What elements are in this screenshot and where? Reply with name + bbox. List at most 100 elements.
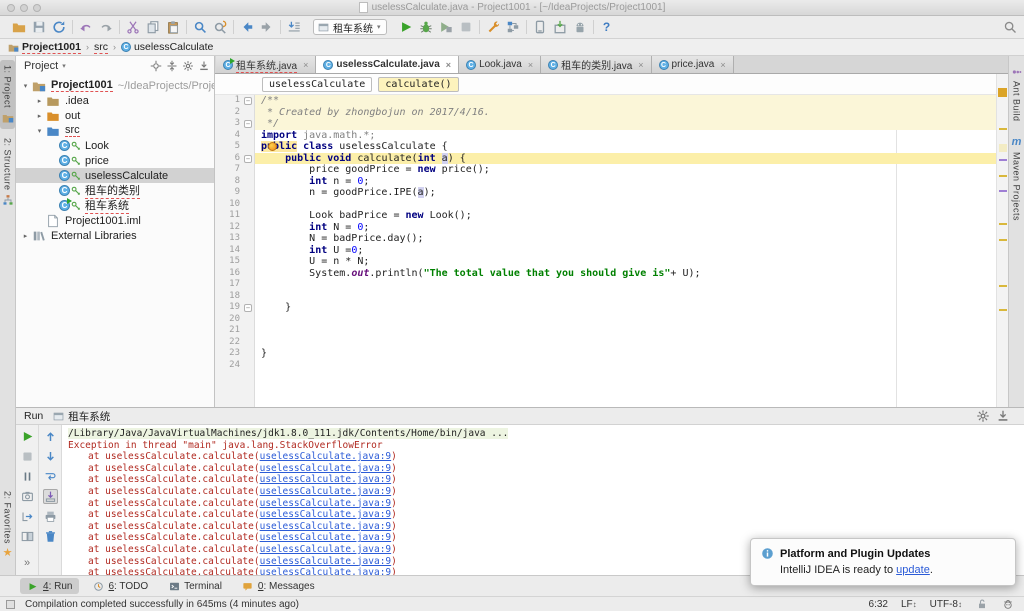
zoom-window-button[interactable] — [33, 4, 41, 12]
stack-trace-link[interactable]: uselessCalculate.java:9 — [260, 567, 392, 575]
run-icon[interactable] — [20, 429, 35, 444]
tree-item[interactable]: C租车系统 — [16, 198, 214, 213]
chevron-down-icon[interactable]: ▾ — [62, 62, 66, 70]
gear-icon[interactable] — [975, 408, 991, 424]
run-icon[interactable] — [398, 19, 414, 35]
tree-item[interactable]: ▸External Libraries — [16, 228, 214, 243]
line-number[interactable]: 1− — [215, 95, 254, 107]
line-number[interactable]: 9 — [215, 187, 254, 199]
tool-window-button-maven-projects[interactable]: mMaven Projects — [1009, 131, 1024, 226]
line-number[interactable]: 13 — [215, 233, 254, 245]
hidedock-icon[interactable] — [197, 60, 210, 73]
minimize-window-button[interactable] — [20, 4, 28, 12]
close-icon[interactable]: × — [638, 60, 643, 70]
line-number[interactable]: 23 — [215, 348, 254, 360]
code-line[interactable]: int N = 0; — [255, 222, 1008, 234]
forward-icon[interactable] — [259, 19, 275, 35]
code-line[interactable]: System.out.println("The total value that… — [255, 268, 1008, 280]
layout-icon[interactable] — [20, 529, 35, 544]
editor-tab[interactable]: CuselessCalculate.java× — [316, 56, 459, 73]
cut-icon[interactable] — [125, 19, 141, 35]
code-line[interactable] — [255, 360, 1008, 372]
breadcrumb-item[interactable]: CuselessCalculate — [121, 41, 213, 53]
help-icon[interactable]: ? — [599, 19, 615, 35]
stack-trace-link[interactable]: uselessCalculate.java:9 — [260, 451, 392, 462]
code-line[interactable]: } — [255, 302, 1008, 314]
sync-icon[interactable] — [51, 19, 67, 35]
line-number[interactable]: 19− — [215, 302, 254, 314]
fold-marker-icon[interactable]: − — [244, 155, 252, 163]
save-icon[interactable] — [31, 19, 47, 35]
debug-icon[interactable] — [418, 19, 434, 35]
chevron-collapsed-icon[interactable]: ▸ — [34, 112, 45, 120]
copy-icon[interactable] — [145, 19, 161, 35]
line-number[interactable]: 5 — [215, 141, 254, 153]
fold-marker-icon[interactable]: − — [244, 304, 252, 312]
line-number[interactable]: 2 — [215, 107, 254, 119]
line-number[interactable]: 18 — [215, 291, 254, 303]
line-number[interactable]: 24 — [215, 360, 254, 372]
editor-tab[interactable]: Cprice.java× — [652, 56, 734, 73]
down-icon[interactable] — [43, 449, 58, 464]
code-line[interactable] — [255, 279, 1008, 291]
tool-window-bar-button-todo[interactable]: 6: TODO — [85, 578, 155, 594]
hidewin-icon[interactable] — [286, 19, 302, 35]
stack-trace-link[interactable]: uselessCalculate.java:9 — [260, 532, 392, 543]
code-line[interactable] — [255, 291, 1008, 303]
line-number[interactable]: 14 — [215, 245, 254, 257]
chevron-collapsed-icon[interactable]: ▸ — [34, 97, 45, 105]
stack-trace-link[interactable]: uselessCalculate.java:9 — [260, 486, 392, 497]
breadcrumb-item[interactable]: Project1001 — [7, 41, 81, 54]
code-line[interactable]: /** — [255, 95, 1008, 107]
stack-trace-link[interactable]: uselessCalculate.java:9 — [260, 556, 392, 567]
tree-item[interactable]: CuselessCalculate — [16, 168, 214, 183]
code-line[interactable]: int n = 0; — [255, 176, 1008, 188]
tree-item[interactable]: C租车的类别 — [16, 183, 214, 198]
editor-tab[interactable]: CLook.java× — [459, 56, 541, 73]
line-number[interactable]: 21 — [215, 325, 254, 337]
back-icon[interactable] — [239, 19, 255, 35]
tree-item[interactable]: ▾src — [16, 123, 214, 138]
replace-icon[interactable] — [212, 19, 228, 35]
chevron-expanded-icon[interactable]: ▾ — [34, 127, 45, 135]
device-icon[interactable] — [532, 19, 548, 35]
run-configuration-select[interactable]: 租车系统 ▾ — [313, 19, 387, 35]
code-line[interactable]: * Created by zhongbojun on 2017/4/16. — [255, 107, 1008, 119]
code-line[interactable]: U = n * N; — [255, 256, 1008, 268]
line-number[interactable]: 16 — [215, 268, 254, 280]
structure-icon[interactable] — [505, 19, 521, 35]
stack-trace-link[interactable]: uselessCalculate.java:9 — [260, 498, 392, 509]
softwrap-icon[interactable] — [43, 469, 58, 484]
tool-window-bar-button-messages[interactable]: 0: Messages — [235, 578, 322, 594]
fold-marker-icon[interactable]: − — [244, 120, 252, 128]
editor-tab[interactable]: C租车的类别.java× — [541, 56, 651, 73]
close-icon[interactable]: × — [720, 60, 725, 70]
close-icon[interactable]: × — [528, 60, 533, 70]
code-editor[interactable]: 1−23−456−78910111213141516171819−2021222… — [215, 95, 1008, 407]
close-window-button[interactable] — [7, 4, 15, 12]
line-number[interactable]: 15 — [215, 256, 254, 268]
update-link[interactable]: update — [896, 564, 930, 576]
tree-item[interactable]: Project1001.iml — [16, 213, 214, 228]
code-line[interactable]: public void calculate(int a) { — [255, 153, 1008, 165]
locate-icon[interactable] — [149, 60, 162, 73]
line-number[interactable]: 12 — [215, 222, 254, 234]
structure-crumb[interactable]: uselessCalculate — [262, 77, 372, 92]
highlighting-level-icon[interactable] — [1001, 598, 1014, 611]
tool-window-button-1-project[interactable]: 1: Project — [0, 60, 15, 129]
stack-trace-link[interactable]: uselessCalculate.java:9 — [260, 474, 392, 485]
more-icon[interactable]: » — [20, 556, 35, 571]
paste-icon[interactable] — [165, 19, 181, 35]
tool-window-button-ant-build[interactable]: Ant Build — [1009, 60, 1024, 127]
trash-icon[interactable] — [43, 529, 58, 544]
line-number[interactable]: 22 — [215, 337, 254, 349]
code-line[interactable]: Look badPrice = new Look(); — [255, 210, 1008, 222]
intention-bulb-icon[interactable] — [268, 142, 277, 151]
redo-icon[interactable] — [98, 19, 114, 35]
hidedock-icon[interactable] — [995, 408, 1011, 424]
line-ending-select[interactable]: LF↕ — [901, 599, 917, 610]
coverage-icon[interactable] — [438, 19, 454, 35]
line-number[interactable]: 8 — [215, 176, 254, 188]
editor-code-area[interactable]: /** * Created by zhongbojun on 2017/4/16… — [255, 95, 1008, 407]
stack-trace-link[interactable]: uselessCalculate.java:9 — [260, 521, 392, 532]
